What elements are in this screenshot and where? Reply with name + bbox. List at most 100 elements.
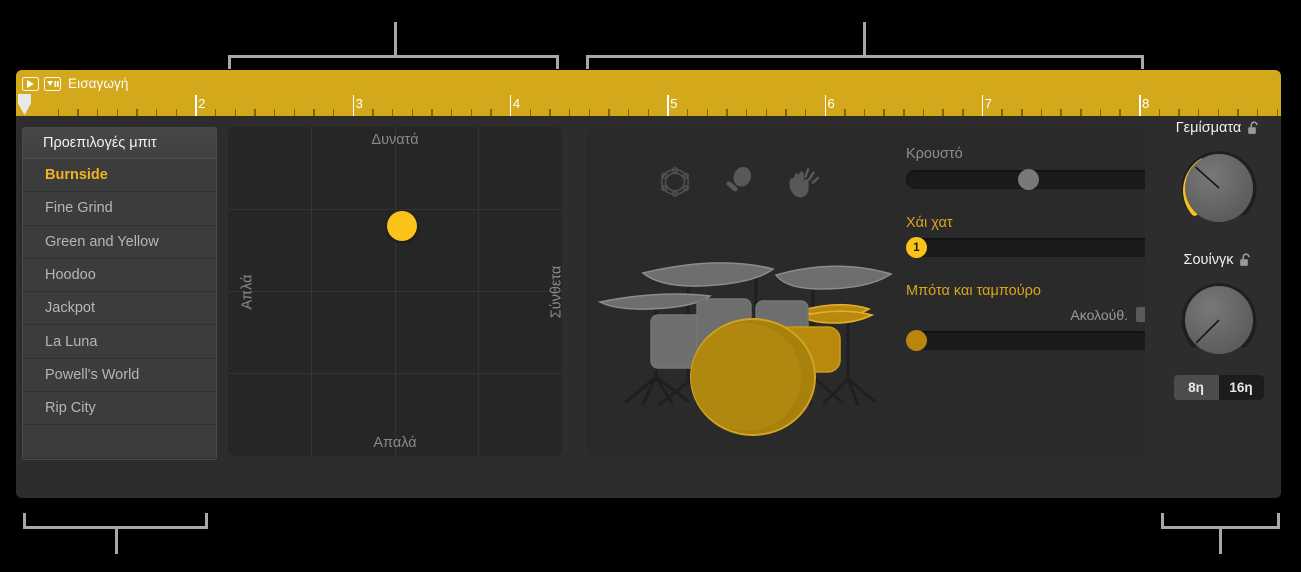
callout-leg-left bbox=[1161, 513, 1164, 529]
ruler-sub-tick bbox=[1257, 109, 1259, 116]
swing-label-row: Σουίνγκ bbox=[1156, 253, 1281, 268]
percussion-slider[interactable] bbox=[906, 168, 1145, 190]
xy-label-left: Απλά bbox=[239, 273, 256, 310]
timeline-ruler[interactable]: Εισαγωγή 2 3 4 5 6 7 8 bbox=[16, 70, 1281, 116]
callout-leg-right bbox=[556, 55, 559, 69]
ruler-sub-tick bbox=[922, 109, 925, 116]
ruler-bar-number: 7 bbox=[984, 96, 993, 111]
callout-stem bbox=[115, 526, 118, 554]
fills-knob[interactable] bbox=[1176, 145, 1262, 231]
ruler-sub-tick bbox=[313, 109, 315, 116]
ruler-ticks: 2 3 4 5 6 7 8 bbox=[16, 94, 1281, 116]
percussion-control: Κρουστό bbox=[906, 146, 1145, 190]
division-toggle[interactable]: 8η 16η bbox=[1173, 375, 1264, 400]
swing-knob[interactable] bbox=[1176, 277, 1262, 363]
ruler-sub-tick bbox=[431, 109, 433, 116]
percussion-label: Κρουστό bbox=[906, 146, 963, 162]
fills-knob-group: Γεμίσματα bbox=[1156, 121, 1281, 231]
callout-stem bbox=[394, 22, 397, 56]
preset-item-6[interactable]: Powell's World bbox=[23, 358, 216, 393]
drummer-editor-window: Εισαγωγή 2 3 4 5 6 7 8 Προεπιλογές μπιτ Burnsi… bbox=[16, 70, 1281, 498]
preset-item-3[interactable]: Hoodoo bbox=[23, 258, 216, 293]
ruler-sub-tick bbox=[863, 109, 866, 116]
maraca-icon[interactable] bbox=[719, 163, 757, 201]
fills-label-row: Γεμίσματα bbox=[1156, 121, 1281, 136]
xy-pad[interactable]: Δυνατά Απαλά Απλά Σύνθετα bbox=[228, 127, 562, 456]
preset-item-5[interactable]: La Luna bbox=[23, 325, 216, 359]
ruler-sub-tick bbox=[1060, 109, 1062, 116]
follow-checkbox[interactable] bbox=[1136, 307, 1145, 322]
follow-label: Ακολούθ. bbox=[1070, 306, 1128, 323]
ruler-sub-tick bbox=[686, 109, 689, 116]
ruler-sub-tick bbox=[883, 109, 885, 116]
instrument-controls: Κρουστό Χάι χατ 1 Μπότα και ταμπούρο Ακο… bbox=[906, 146, 1145, 351]
ruler-sub-tick bbox=[785, 109, 787, 116]
ruler-sub-tick bbox=[273, 109, 276, 116]
callout-leg-left bbox=[228, 55, 231, 69]
drum-kit-illustration[interactable] bbox=[596, 197, 896, 442]
ruler-bar-number: 2 bbox=[198, 96, 206, 111]
ruler-sub-tick bbox=[745, 109, 748, 116]
presets-list[interactable]: Burnside Fine Grind Green and Yellow Hoodoo… bbox=[23, 159, 216, 426]
ruler-sub-tick bbox=[647, 109, 649, 116]
kick-snare-slider[interactable] bbox=[906, 329, 1145, 351]
callout-leg-left bbox=[586, 55, 589, 69]
callout-leg-right bbox=[205, 513, 208, 529]
preset-item-2[interactable]: Green and Yellow bbox=[23, 225, 216, 259]
ruler-sub-tick bbox=[155, 109, 158, 116]
preset-item-4[interactable]: Jackpot bbox=[23, 292, 216, 326]
ruler-sub-tick bbox=[57, 109, 60, 116]
callout-leg-left bbox=[23, 513, 26, 529]
hihat-control: Χάι χατ 1 bbox=[906, 215, 1145, 258]
callout-xy-pad bbox=[228, 22, 559, 69]
hihat-cymbal bbox=[800, 303, 875, 324]
unlocked-padlock-icon[interactable] bbox=[1239, 253, 1253, 268]
ruler-sub-tick bbox=[1276, 109, 1279, 116]
kick-snare-slider-thumb[interactable] bbox=[906, 329, 927, 351]
ruler-sub-tick bbox=[627, 109, 630, 116]
ruler-sub-tick bbox=[1099, 109, 1102, 116]
ruler-bar-number: 3 bbox=[355, 96, 363, 111]
percussion-slider-thumb[interactable] bbox=[1018, 168, 1039, 190]
hihat-slider[interactable]: 1 bbox=[906, 237, 1145, 258]
editor-body: Προεπιλογές μπιτ Burnside Fine Grind Green… bbox=[16, 116, 1281, 498]
ruler-sub-tick bbox=[608, 109, 610, 116]
ruler-header: Εισαγωγή bbox=[22, 75, 129, 92]
division-option-16η[interactable]: 16η bbox=[1218, 375, 1264, 400]
preset-item-1[interactable]: Fine Grind bbox=[23, 192, 216, 226]
ruler-sub-tick bbox=[77, 109, 79, 116]
ruler-sub-tick bbox=[1237, 109, 1239, 116]
callout-leg-right bbox=[1277, 513, 1280, 529]
ruler-sub-tick bbox=[293, 109, 295, 116]
ruler-sub-tick bbox=[1198, 109, 1200, 116]
ruler-sub-tick bbox=[804, 109, 807, 116]
preset-item-0[interactable]: Burnside bbox=[23, 159, 216, 193]
xy-pad-puck[interactable] bbox=[386, 210, 417, 241]
preset-item-7[interactable]: Rip City bbox=[23, 392, 216, 426]
callout-presets bbox=[23, 503, 208, 554]
ruler-sub-tick bbox=[765, 109, 767, 116]
callout-knobs bbox=[1161, 503, 1280, 554]
ruler-sub-tick bbox=[1217, 109, 1220, 116]
ruler-sub-tick bbox=[529, 109, 531, 116]
ruler-sub-tick bbox=[234, 109, 237, 116]
hihat-slider-thumb[interactable]: 1 bbox=[906, 237, 927, 258]
division-option-8η[interactable]: 8η bbox=[1174, 375, 1219, 400]
ruler-bar-number: 6 bbox=[827, 96, 835, 111]
ruler-bar-number: 4 bbox=[512, 96, 521, 111]
ruler-sub-tick bbox=[1158, 109, 1161, 116]
xy-label-bottom: Απαλά bbox=[373, 435, 417, 451]
handclap-icon[interactable] bbox=[782, 163, 820, 201]
knob-column: Γεμίσματα Σουίνγκ 8η 16η bbox=[1156, 116, 1281, 498]
ruler-sub-tick bbox=[903, 109, 905, 116]
ruler-sub-tick bbox=[470, 109, 472, 116]
ruler-sub-tick bbox=[175, 109, 178, 116]
ruler-sub-tick bbox=[391, 109, 394, 116]
ruler-sub-tick bbox=[136, 109, 138, 116]
unlocked-padlock-icon[interactable] bbox=[1247, 121, 1261, 136]
automation-select-icon[interactable] bbox=[44, 76, 61, 91]
play-icon[interactable] bbox=[22, 76, 39, 91]
ruler-sub-tick bbox=[372, 109, 374, 116]
ruler-sub-tick bbox=[1040, 109, 1043, 116]
tambourine-icon[interactable] bbox=[656, 163, 694, 201]
